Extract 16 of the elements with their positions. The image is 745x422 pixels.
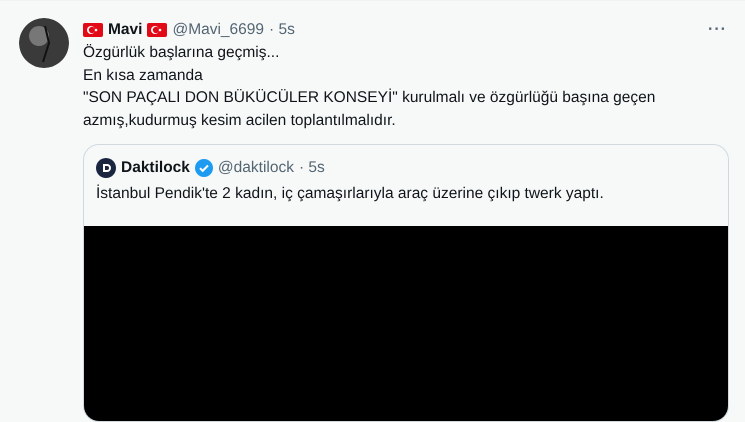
tweet-text: Özgürlük başlarına geçmiş... — [83, 43, 280, 63]
author-handle[interactable]: @Mavi_6699 — [172, 21, 264, 39]
logo-icon — [96, 158, 116, 178]
author-handle[interactable]: @daktilock — [218, 159, 294, 177]
avatar[interactable] — [19, 18, 69, 68]
quote-text: İstanbul Pendik'te 2 kadın, iç çamaşırlarıyla araç üzerine çıkıp twerk yaptı. — [95, 184, 605, 204]
flag-icon — [147, 23, 168, 37]
author-name[interactable]: Mavi — [108, 21, 142, 39]
author-name[interactable]: Daktilock — [121, 159, 190, 177]
more-button[interactable]: ··· — [706, 21, 729, 39]
tweet-text: "SON PAÇALI DON BÜKÜCÜLER KONSEYİ" kurulmalı ve özgürlüğü başına geçen azmış,kudurmuş kesim acilen toplantılmalıdır. — [83, 88, 656, 130]
timestamp[interactable]: · 5s — [269, 21, 295, 39]
quote-card[interactable]: Daktilock @daktilock · 5s İstanbul Pendik'te 2 kadın, iç çamaşırlarıyla araç üzerine çıkıp twerk yaptı. — [83, 144, 729, 422]
flag-icon — [83, 23, 103, 37]
tweet-text: En kısa zamanda — [83, 66, 204, 86]
timestamp: · 5s — [298, 159, 325, 177]
